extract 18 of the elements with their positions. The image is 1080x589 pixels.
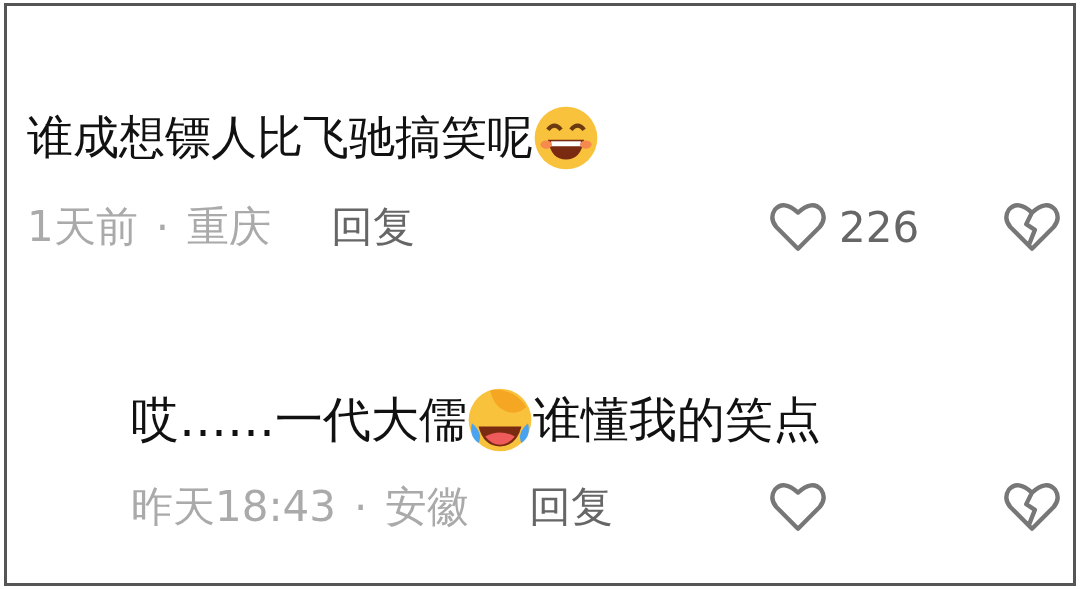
heart-icon[interactable]	[769, 481, 827, 533]
comment-time: 昨天18:43	[131, 481, 337, 533]
comment-text: 哎……一代大儒	[131, 390, 467, 449]
comment-location: 重庆	[187, 201, 272, 253]
comment-text: 谁成想镖人比飞驰搞笑呢	[27, 109, 533, 166]
grin-emoji-icon	[533, 105, 599, 171]
like-count: 226	[839, 202, 921, 252]
broken-heart-icon[interactable]	[1003, 201, 1061, 253]
heart-icon[interactable]	[769, 201, 827, 253]
comment-location: 安徽	[385, 481, 470, 533]
separator-dot: ·	[155, 202, 170, 252]
separator-dot: ·	[354, 482, 368, 532]
comment-text: 谁懂我的笑点	[533, 390, 821, 449]
broken-heart-icon[interactable]	[1003, 481, 1061, 533]
reply-link[interactable]: 回复	[331, 199, 416, 255]
laughing-face-icon	[467, 387, 533, 453]
reply-link[interactable]: 回复	[529, 479, 614, 535]
comment-time: 1天前	[27, 201, 138, 253]
